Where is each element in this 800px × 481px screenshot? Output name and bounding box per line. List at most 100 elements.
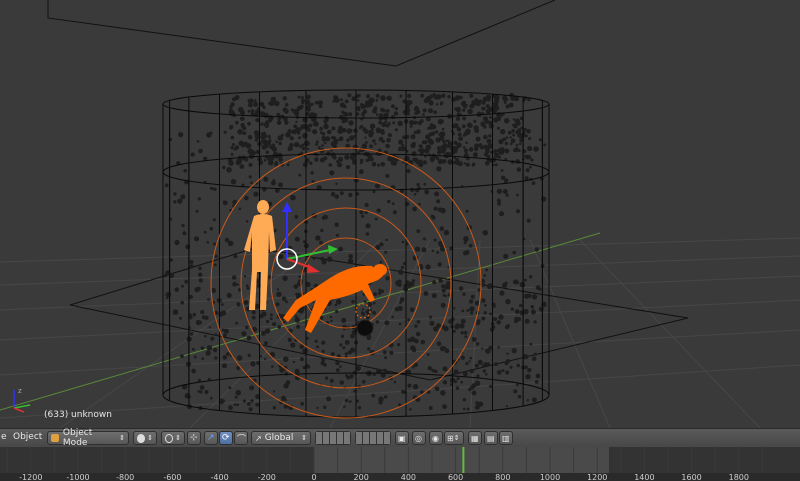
particle bbox=[442, 404, 447, 410]
particle bbox=[502, 137, 507, 142]
particle bbox=[204, 389, 209, 395]
particle bbox=[446, 144, 450, 148]
particle bbox=[467, 108, 473, 115]
timeline-canvas[interactable]: -1200 -1000 -800 -600 -400 -200 0 200 400 600 800 1… bbox=[0, 447, 800, 481]
particle bbox=[460, 355, 465, 360]
particle bbox=[209, 226, 214, 231]
particle bbox=[505, 136, 509, 139]
proportional-edit-button[interactable]: ◎ bbox=[412, 431, 426, 445]
particle bbox=[330, 319, 333, 323]
particle bbox=[462, 146, 466, 149]
timeline-tick-label: 400 bbox=[401, 473, 416, 481]
particle bbox=[463, 330, 468, 335]
rotate-button[interactable]: ⟳ bbox=[219, 431, 233, 445]
view-menu-stub[interactable]: e bbox=[1, 432, 7, 442]
particle bbox=[413, 130, 417, 135]
particle bbox=[222, 165, 226, 170]
particle bbox=[302, 240, 306, 244]
manipulator-toggle[interactable]: ⊹ bbox=[187, 431, 201, 445]
render-viewport-button[interactable]: ▥ bbox=[499, 431, 513, 445]
particle bbox=[271, 143, 276, 148]
particle bbox=[321, 132, 326, 136]
particle bbox=[302, 132, 308, 139]
particle bbox=[416, 229, 421, 234]
particle bbox=[329, 378, 334, 383]
3d-viewport[interactable]: z (633) unknown bbox=[0, 0, 800, 428]
particle bbox=[471, 390, 477, 396]
particle bbox=[442, 380, 448, 385]
particle bbox=[339, 343, 343, 347]
pivot-selector[interactable]: ⇕ bbox=[161, 431, 185, 445]
particle bbox=[380, 107, 385, 112]
particle bbox=[430, 159, 434, 163]
particle bbox=[513, 279, 518, 285]
particle bbox=[260, 134, 266, 140]
particle bbox=[463, 236, 469, 242]
particle bbox=[297, 106, 301, 110]
particle bbox=[240, 123, 243, 127]
particle bbox=[177, 198, 183, 204]
floor-grid bbox=[0, 237, 800, 428]
snap-element-selector[interactable]: ⊞ ⇕ bbox=[444, 431, 464, 445]
timeline-tick-label: 1600 bbox=[681, 473, 701, 481]
particle bbox=[244, 195, 249, 201]
particle bbox=[412, 206, 417, 212]
lock-layers-button[interactable]: ▣ bbox=[395, 431, 409, 445]
particle bbox=[249, 385, 255, 391]
particle bbox=[529, 275, 533, 279]
layers-group-1[interactable] bbox=[315, 431, 351, 445]
particle bbox=[203, 230, 207, 234]
particle bbox=[384, 356, 387, 360]
particle bbox=[318, 104, 323, 109]
particle bbox=[492, 317, 497, 321]
particle bbox=[455, 116, 461, 121]
particle bbox=[504, 148, 510, 154]
particle bbox=[452, 329, 456, 333]
translate-button[interactable]: ↗ bbox=[204, 431, 218, 445]
particle bbox=[530, 309, 536, 315]
particle bbox=[483, 152, 489, 157]
mode-selector[interactable]: Object Mode ⇕ bbox=[47, 428, 129, 448]
particle bbox=[387, 156, 393, 161]
particle bbox=[517, 317, 522, 322]
scale-button[interactable]: ⌒ bbox=[234, 431, 248, 445]
orientation-selector[interactable]: ↗ Global ⇕ bbox=[251, 431, 311, 445]
sphere-object[interactable] bbox=[356, 319, 374, 337]
shading-selector[interactable]: ⇕ bbox=[133, 431, 157, 445]
scene-canvas[interactable]: z bbox=[0, 0, 800, 428]
particle bbox=[364, 136, 367, 139]
particle bbox=[524, 318, 530, 324]
particle bbox=[269, 317, 273, 320]
particle bbox=[437, 262, 442, 267]
particle bbox=[250, 181, 253, 184]
particle bbox=[500, 129, 506, 135]
particle bbox=[472, 152, 478, 158]
object-menu[interactable]: Object bbox=[13, 432, 42, 442]
particle bbox=[406, 280, 410, 283]
particle bbox=[340, 191, 344, 196]
layers-group-2[interactable] bbox=[355, 431, 391, 445]
timeline-editor[interactable]: -1200 -1000 -800 -600 -400 -200 0 200 400 600 800 1… bbox=[0, 447, 800, 481]
particle bbox=[494, 362, 498, 367]
particle bbox=[406, 112, 410, 116]
particle bbox=[294, 317, 300, 323]
particle bbox=[321, 135, 326, 140]
render-opengl-button[interactable]: ▦ bbox=[468, 431, 482, 445]
particle bbox=[524, 278, 527, 282]
particle bbox=[369, 123, 376, 129]
particle bbox=[387, 199, 391, 204]
particle bbox=[477, 288, 481, 292]
render-animation-button[interactable]: ▤ bbox=[484, 431, 498, 445]
particle bbox=[326, 151, 331, 156]
particle bbox=[423, 291, 429, 296]
particle bbox=[434, 130, 439, 134]
particle bbox=[422, 160, 428, 165]
plane-outline bbox=[47, 0, 556, 67]
particle bbox=[312, 129, 318, 135]
particle bbox=[515, 143, 519, 147]
particle bbox=[523, 309, 529, 315]
layers-grid-icon bbox=[356, 432, 390, 444]
particle bbox=[347, 350, 352, 355]
particle bbox=[226, 352, 230, 356]
snap-toggle[interactable]: ◉ bbox=[429, 431, 443, 445]
